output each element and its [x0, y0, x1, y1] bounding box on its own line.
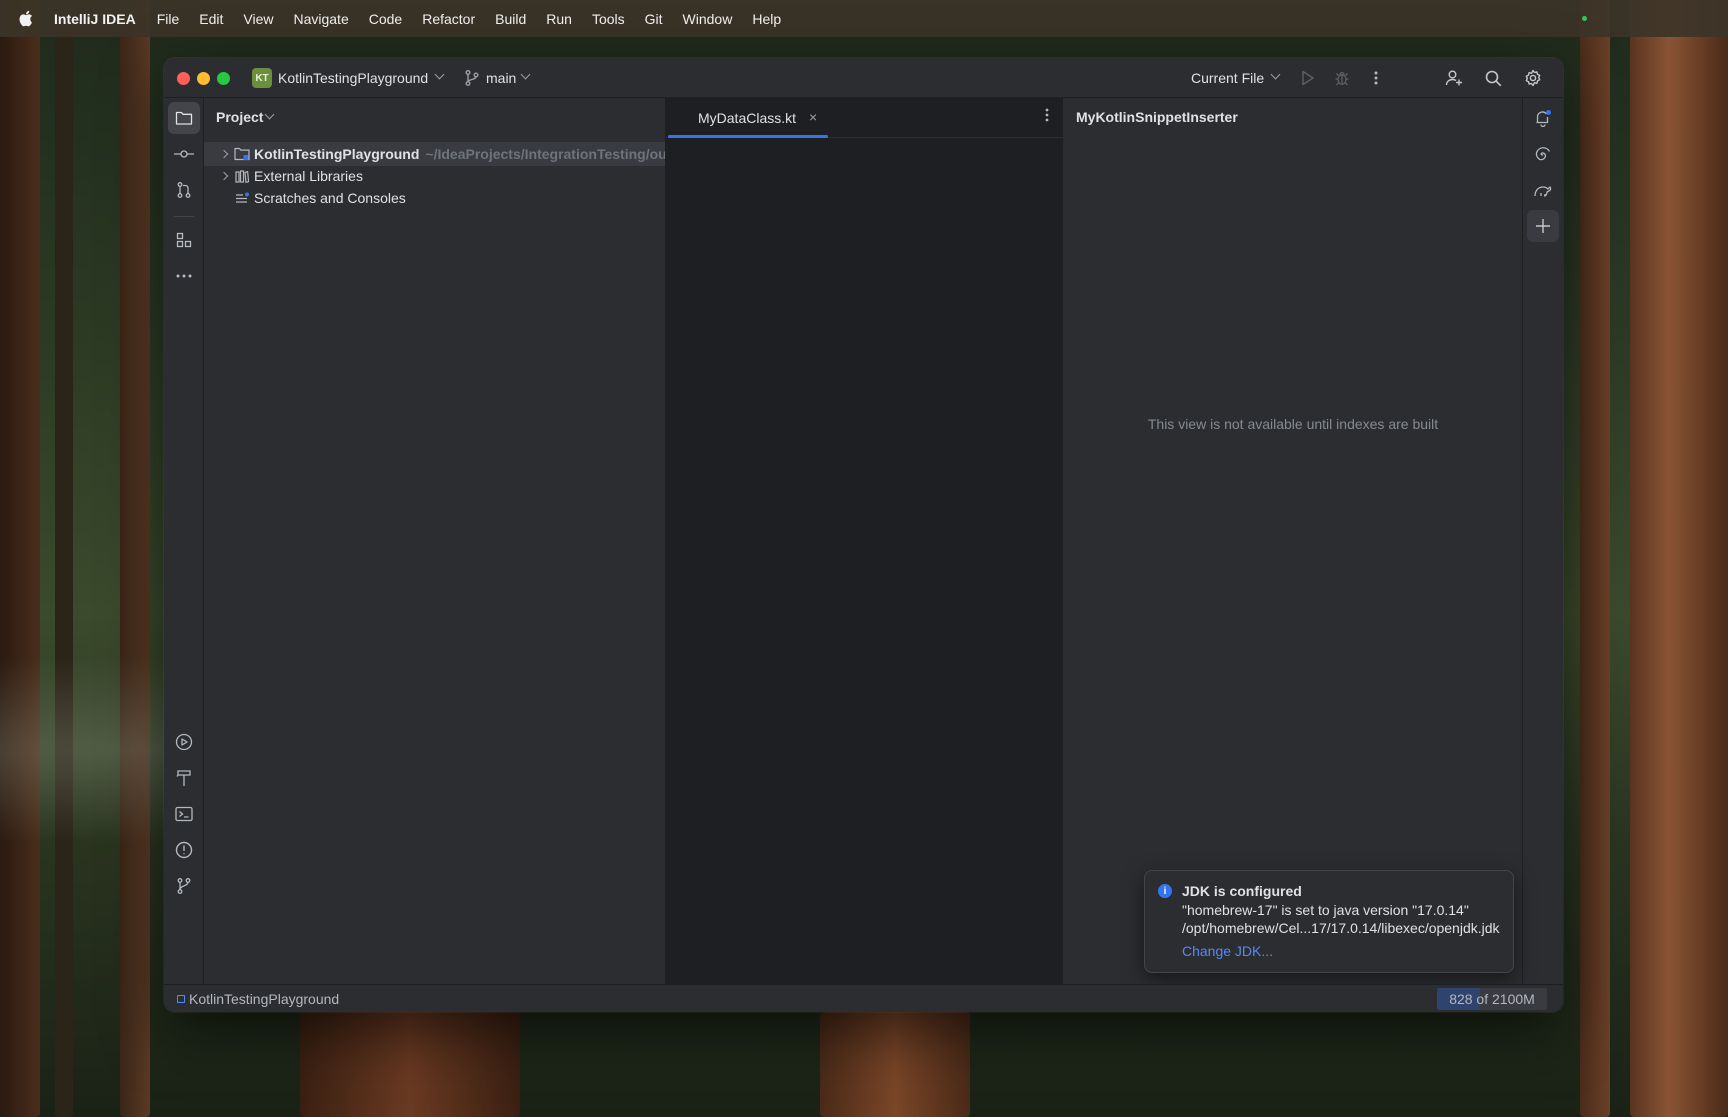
- notification-path: /opt/homebrew/Cel...17/17.0.14/libexec/o…: [1182, 920, 1500, 936]
- editor-tab-bar: MyDataClass.kt ×: [666, 98, 1063, 138]
- notification-text: "homebrew-17" is set to java version "17…: [1182, 902, 1469, 918]
- debug-icon[interactable]: [1332, 68, 1352, 88]
- indexing-placeholder-text: This view is not available until indexes…: [1147, 416, 1439, 432]
- add-user-icon[interactable]: [1444, 68, 1464, 88]
- expand-arrow-icon[interactable]: [219, 149, 229, 159]
- menu-tools[interactable]: Tools: [592, 11, 625, 27]
- project-badge[interactable]: KT: [252, 68, 272, 88]
- search-icon[interactable]: [1483, 68, 1503, 88]
- notifications-bell-icon[interactable]: [1527, 102, 1559, 134]
- ai-assistant-spiral-icon[interactable]: [1527, 138, 1559, 170]
- apple-icon[interactable]: [18, 10, 34, 28]
- menu-file[interactable]: File: [157, 11, 180, 27]
- menu-git[interactable]: Git: [645, 11, 663, 27]
- tree-item-scratches[interactable]: Scratches and Consoles: [204, 186, 665, 210]
- project-selector[interactable]: KotlinTestingPlayground: [278, 70, 428, 86]
- tree-item-path: ~/IdeaProjects/IntegrationTesting/out/id: [425, 146, 665, 162]
- structure-icon[interactable]: [168, 224, 200, 256]
- menu-run[interactable]: Run: [546, 11, 572, 27]
- ide-window: KT KotlinTestingPlayground main Current …: [164, 58, 1563, 1012]
- library-icon: [234, 168, 250, 184]
- macos-menu-bar: IntelliJ IDEA File Edit View Navigate Co…: [0, 0, 1728, 37]
- zoom-window-button[interactable]: [217, 72, 230, 85]
- run-icon[interactable]: [1298, 68, 1318, 88]
- tab-options-icon[interactable]: [1045, 108, 1049, 127]
- memory-usage-label: 828 of 2100M: [1449, 991, 1535, 1007]
- editor-tab[interactable]: MyDataClass.kt ×: [666, 98, 828, 138]
- branch-selector[interactable]: main: [486, 70, 516, 86]
- app-menu[interactable]: IntelliJ IDEA: [54, 11, 136, 27]
- active-tab-indicator: [668, 135, 828, 138]
- tree-item-label: Scratches and Consoles: [254, 190, 406, 206]
- minimize-window-button[interactable]: [197, 72, 210, 85]
- menu-build[interactable]: Build: [495, 11, 526, 27]
- gradle-elephant-icon[interactable]: [1527, 174, 1559, 206]
- project-panel-title[interactable]: Project: [216, 109, 263, 125]
- add-tool-window-icon[interactable]: [1527, 210, 1559, 242]
- close-window-button[interactable]: [177, 72, 190, 85]
- snippet-panel-title: MyKotlinSnippetInserter: [1076, 109, 1238, 125]
- terminal-icon[interactable]: [168, 798, 200, 830]
- change-jdk-link[interactable]: Change JDK...: [1182, 943, 1273, 959]
- notification-title: JDK is configured: [1182, 883, 1302, 899]
- status-module-breadcrumb[interactable]: KotlinTestingPlayground: [189, 991, 339, 1007]
- scratches-icon: [234, 190, 250, 206]
- problems-icon[interactable]: [168, 834, 200, 866]
- menu-refactor[interactable]: Refactor: [422, 11, 475, 27]
- tree-item-external-libraries[interactable]: External Libraries: [204, 164, 665, 188]
- menu-edit[interactable]: Edit: [199, 11, 223, 27]
- close-tab-icon[interactable]: ×: [809, 109, 817, 125]
- jdk-notification: i JDK is configured "homebrew-17" is set…: [1144, 870, 1514, 973]
- chevron-down-icon[interactable]: [264, 109, 275, 120]
- tab-label: MyDataClass.kt: [698, 110, 797, 126]
- snippet-inserter-panel: MyKotlinSnippetInserter This view is not…: [1064, 98, 1523, 984]
- main-toolbar: KT KotlinTestingPlayground main Current …: [164, 58, 1563, 98]
- settings-gear-icon[interactable]: [1523, 68, 1543, 88]
- module-icon: [177, 995, 185, 1003]
- memory-indicator[interactable]: 828 of 2100M: [1437, 988, 1547, 1010]
- menu-code[interactable]: Code: [369, 11, 402, 27]
- recording-indicator: [1582, 16, 1587, 21]
- menu-help[interactable]: Help: [752, 11, 781, 27]
- status-bar: KotlinTestingPlayground 828 of 2100M: [164, 984, 1563, 1012]
- commit-icon[interactable]: [168, 138, 200, 170]
- left-tool-strip: [164, 98, 204, 984]
- build-hammer-icon[interactable]: [168, 762, 200, 794]
- project-tool-window: Project KotlinTestingPlayground ~/IdeaPro…: [204, 98, 666, 984]
- git-branch-icon[interactable]: [464, 69, 480, 90]
- info-icon: i: [1158, 884, 1172, 898]
- module-folder-icon: [234, 146, 250, 162]
- right-tool-strip: [1523, 98, 1563, 984]
- project-folder-icon[interactable]: [168, 102, 200, 134]
- menu-window[interactable]: Window: [683, 11, 733, 27]
- git-icon[interactable]: [168, 870, 200, 902]
- chevron-down-icon[interactable]: [520, 69, 531, 80]
- editor-area[interactable]: MyDataClass.kt ×: [666, 98, 1064, 984]
- tree-item-project-root[interactable]: KotlinTestingPlayground ~/IdeaProjects/In…: [204, 142, 665, 166]
- menu-navigate[interactable]: Navigate: [293, 11, 348, 27]
- expand-arrow-icon[interactable]: [219, 171, 229, 181]
- tree-item-label: External Libraries: [254, 168, 363, 184]
- tree-item-label: KotlinTestingPlayground: [254, 146, 420, 162]
- run-configuration-selector[interactable]: Current File: [1191, 70, 1264, 86]
- strip-divider: [174, 216, 194, 217]
- chevron-down-icon[interactable]: [434, 69, 445, 80]
- more-actions-icon[interactable]: [1366, 68, 1386, 88]
- more-tool-windows-icon[interactable]: [168, 260, 200, 292]
- pull-requests-icon[interactable]: [168, 174, 200, 206]
- menu-view[interactable]: View: [243, 11, 273, 27]
- services-icon[interactable]: [168, 726, 200, 758]
- chevron-down-icon[interactable]: [1270, 69, 1281, 80]
